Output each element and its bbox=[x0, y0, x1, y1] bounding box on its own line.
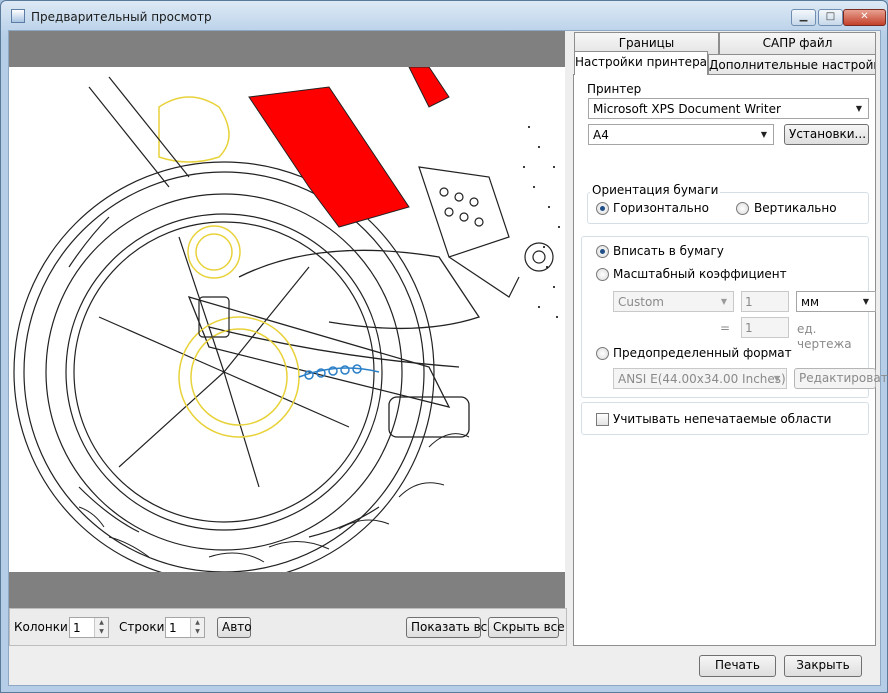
columns-spinner-arrows[interactable]: ▲ ▼ bbox=[94, 618, 108, 637]
scale-value-input[interactable]: 1 bbox=[741, 291, 789, 312]
drawing-units-label: ед. чертежа bbox=[797, 322, 852, 351]
tab-advanced-settings[interactable]: Дополнительные настройки bbox=[708, 54, 876, 76]
landscape-radio[interactable] bbox=[596, 202, 609, 215]
nonprintable-checkbox[interactable] bbox=[596, 413, 609, 426]
chevron-down-icon: ▼ bbox=[720, 297, 728, 306]
edit-format-button[interactable]: Редактировать bbox=[794, 368, 888, 389]
format-value: ANSI E(44.00x34.00 Inches) bbox=[618, 372, 786, 386]
scale-preset-value: Custom bbox=[618, 295, 664, 309]
chevron-down-icon: ▼ bbox=[855, 104, 863, 113]
columns-label: Колонки: bbox=[14, 620, 72, 634]
scale-factor-label[interactable]: Масштабный коэффициент bbox=[613, 267, 787, 281]
page-layout-bar: Колонки: 1 ▲ ▼ Строки: 1 ▲ ▼ Авто Показа… bbox=[9, 608, 567, 646]
rows-spinner-arrows[interactable]: ▲ ▼ bbox=[190, 618, 204, 637]
paper-size-select[interactable]: A4 ▼ bbox=[588, 124, 774, 145]
portrait-radio[interactable] bbox=[736, 202, 749, 215]
tab-printer-settings[interactable]: Настройки принтера bbox=[574, 51, 708, 75]
printer-group-title: Принтер bbox=[585, 82, 644, 96]
rows-value: 1 bbox=[169, 621, 177, 635]
chevron-down-icon: ▼ bbox=[773, 374, 781, 383]
orientation-group-title: Ориентация бумаги bbox=[590, 183, 721, 197]
paper-size-value: A4 bbox=[593, 128, 609, 142]
portrait-label[interactable]: Вертикально bbox=[754, 201, 837, 215]
units-value: мм bbox=[801, 295, 820, 309]
print-button[interactable]: Печать bbox=[699, 655, 776, 677]
close-button[interactable]: Закрыть bbox=[784, 655, 862, 677]
spinner-down-icon[interactable]: ▼ bbox=[191, 627, 204, 636]
printer-settings-body: Принтер Microsoft XPS Document Writer ▼ … bbox=[573, 74, 888, 646]
preview-area[interactable] bbox=[9, 31, 565, 608]
columns-value: 1 bbox=[73, 621, 81, 635]
printer-group: Принтер Microsoft XPS Document Writer ▼ … bbox=[581, 80, 869, 196]
scale-value-text: 1 bbox=[745, 295, 753, 309]
predefined-format-label[interactable]: Предопределенный формат bbox=[613, 346, 792, 360]
rows-spinner[interactable]: 1 ▲ ▼ bbox=[165, 617, 205, 638]
scale-factor-radio[interactable] bbox=[596, 268, 609, 281]
spinner-up-icon[interactable]: ▲ bbox=[191, 618, 204, 627]
printer-select[interactable]: Microsoft XPS Document Writer ▼ bbox=[588, 98, 869, 119]
predefined-format-radio[interactable] bbox=[596, 347, 609, 360]
app-cube-icon bbox=[11, 9, 25, 23]
title-bar[interactable]: Предварительный просмотр ▁ □ ✕ bbox=[1, 1, 887, 31]
units-select[interactable]: мм ▼ bbox=[796, 291, 876, 312]
landscape-label[interactable]: Горизонтально bbox=[613, 201, 709, 215]
format-select[interactable]: ANSI E(44.00x34.00 Inches) ▼ bbox=[613, 368, 787, 389]
auto-button[interactable]: Авто bbox=[217, 617, 252, 638]
minimize-button[interactable]: ▁ bbox=[791, 9, 816, 26]
fit-to-paper-radio[interactable] bbox=[596, 245, 609, 258]
motorcycle-drawing bbox=[13, 67, 560, 572]
fit-to-paper-label[interactable]: Вписать в бумагу bbox=[613, 244, 724, 258]
maximize-button[interactable]: □ bbox=[818, 9, 843, 26]
printer-select-value: Microsoft XPS Document Writer bbox=[593, 102, 781, 116]
spinner-down-icon[interactable]: ▼ bbox=[95, 627, 108, 636]
client-area: Колонки: 1 ▲ ▼ Строки: 1 ▲ ▼ Авто Показа… bbox=[8, 30, 888, 686]
preview-paper[interactable] bbox=[9, 67, 565, 572]
close-window-button[interactable]: ✕ bbox=[843, 9, 886, 26]
tab-cad-file[interactable]: САПР файл bbox=[719, 32, 876, 54]
nonprintable-label[interactable]: Учитывать непечатаемые области bbox=[613, 412, 831, 426]
chevron-down-icon: ▼ bbox=[760, 130, 768, 139]
columns-spinner[interactable]: 1 ▲ ▼ bbox=[69, 617, 109, 638]
equals-sign: = bbox=[720, 321, 731, 335]
settings-panel: Границы САПР файл Настройки принтера Доп… bbox=[573, 31, 888, 646]
rows-label: Строки: bbox=[119, 620, 169, 634]
preview-window: Предварительный просмотр ▁ □ ✕ Колонки: … bbox=[0, 0, 888, 693]
chevron-down-icon: ▼ bbox=[862, 297, 870, 306]
printer-setup-button[interactable]: Установки... bbox=[784, 124, 869, 145]
scale-preset-select[interactable]: Custom ▼ bbox=[613, 291, 734, 312]
spinner-up-icon[interactable]: ▲ bbox=[95, 618, 108, 627]
window-title: Предварительный просмотр bbox=[31, 10, 212, 24]
drawing-value-text: 1 bbox=[745, 321, 753, 335]
show-all-button[interactable]: Показать все bbox=[406, 617, 495, 638]
drawing-value-input[interactable]: 1 bbox=[741, 317, 789, 338]
hide-all-button[interactable]: Скрыть все bbox=[488, 617, 565, 638]
